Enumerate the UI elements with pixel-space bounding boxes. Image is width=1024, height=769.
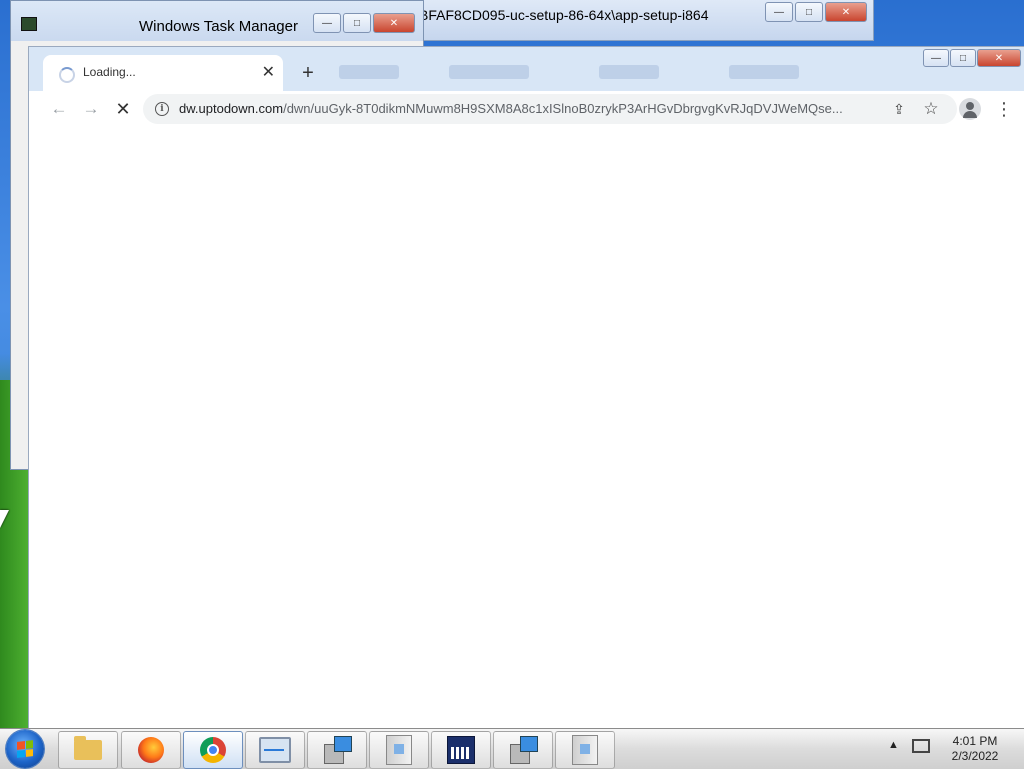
firefox-icon xyxy=(138,737,164,763)
installer-icon xyxy=(324,736,352,764)
new-tab-button[interactable]: + xyxy=(295,60,321,86)
chrome-taskbar-icon[interactable] xyxy=(183,731,243,769)
url-host: dw.uptodown.com xyxy=(179,101,284,116)
address-bar[interactable]: i dw.uptodown.com/dwn/uuGyk-8T0dikmNMuwm… xyxy=(143,94,957,124)
tab-loading[interactable]: Loading... ✕ xyxy=(43,55,283,91)
folder-icon xyxy=(74,736,102,760)
command-prompt-taskbar-icon[interactable] xyxy=(431,731,491,769)
back-arrow-icon[interactable]: ← xyxy=(47,97,71,121)
show-hidden-icons-arrow[interactable]: ▲ xyxy=(888,739,899,751)
maximize-button[interactable]: □ xyxy=(795,2,823,22)
background-tab[interactable] xyxy=(449,65,529,79)
clock-date: 2/3/2022 xyxy=(951,749,999,763)
monitor-icon xyxy=(259,737,291,763)
package-icon xyxy=(572,735,598,765)
share-icon[interactable]: ⇪ xyxy=(889,99,909,119)
system-clock[interactable]: 4:01 PM 2/3/2022 xyxy=(940,734,1010,764)
mouse-cursor-icon xyxy=(0,510,9,528)
forward-arrow-icon[interactable]: → xyxy=(79,97,103,121)
background-tab[interactable] xyxy=(339,65,399,79)
tab-strip: Loading... ✕ + xyxy=(29,55,1024,91)
loading-spinner-icon xyxy=(59,67,75,83)
browser-toolbar: ← → ✕ i dw.uptodown.com/dwn/uuGyk-8T0dik… xyxy=(29,91,1024,127)
explorer-taskbar-icon[interactable] xyxy=(58,731,118,769)
background-tab[interactable] xyxy=(599,65,659,79)
maximize-button[interactable]: □ xyxy=(343,13,371,33)
setup-window-title: BFAF8CD095-uc-setup-86-64x\app-setup-i86… xyxy=(419,7,709,23)
task-manager-taskbar-icon[interactable] xyxy=(245,731,305,769)
minimize-button[interactable]: — xyxy=(765,2,793,22)
installer-icon xyxy=(510,736,538,764)
tab-close-icon[interactable]: ✕ xyxy=(262,62,275,82)
profile-avatar-icon[interactable] xyxy=(959,98,981,120)
task-manager-controls: — □ ✕ xyxy=(313,13,415,33)
taskbar: ▲ 4:01 PM 2/3/2022 xyxy=(0,728,1024,769)
network-icon[interactable] xyxy=(912,739,930,753)
package-icon xyxy=(386,735,412,765)
close-button[interactable]: ✕ xyxy=(825,2,867,22)
windows-logo-icon xyxy=(17,740,33,758)
command-prompt-icon xyxy=(447,736,475,764)
start-button[interactable] xyxy=(6,730,44,768)
site-info-icon[interactable]: i xyxy=(155,102,169,116)
tab-title: Loading... xyxy=(83,65,136,79)
chrome-window[interactable]: — □ ✕ Loading... ✕ + ← → ✕ i dw.uptodown… xyxy=(28,46,1024,730)
url-text[interactable]: dw.uptodown.com/dwn/uuGyk-8T0dikmNMuwm8H… xyxy=(179,101,889,116)
url-path: /dwn/uuGyk-8T0dikmNMuwm8H9SXM8A8c1xISlno… xyxy=(283,101,843,116)
close-button[interactable]: ✕ xyxy=(373,13,415,33)
task-manager-title: Windows Task Manager xyxy=(139,18,298,35)
minimize-button[interactable]: — xyxy=(313,13,341,33)
setup-window-controls: — □ ✕ xyxy=(765,2,867,22)
clock-time: 4:01 PM xyxy=(952,734,998,748)
setup-package-taskbar-icon[interactable] xyxy=(369,731,429,769)
page-content-blank xyxy=(37,127,1023,727)
background-tab[interactable] xyxy=(729,65,799,79)
bookmark-star-icon[interactable]: ☆ xyxy=(921,99,941,119)
installer-taskbar-icon[interactable] xyxy=(493,731,553,769)
setup-package-taskbar-icon[interactable] xyxy=(555,731,615,769)
firefox-taskbar-icon[interactable] xyxy=(121,731,181,769)
stop-loading-icon[interactable]: ✕ xyxy=(111,97,135,121)
chrome-icon xyxy=(200,737,226,763)
more-menu-icon[interactable]: ⋮ xyxy=(993,97,1015,121)
task-manager-icon xyxy=(21,17,37,31)
installer-taskbar-icon[interactable] xyxy=(307,731,367,769)
